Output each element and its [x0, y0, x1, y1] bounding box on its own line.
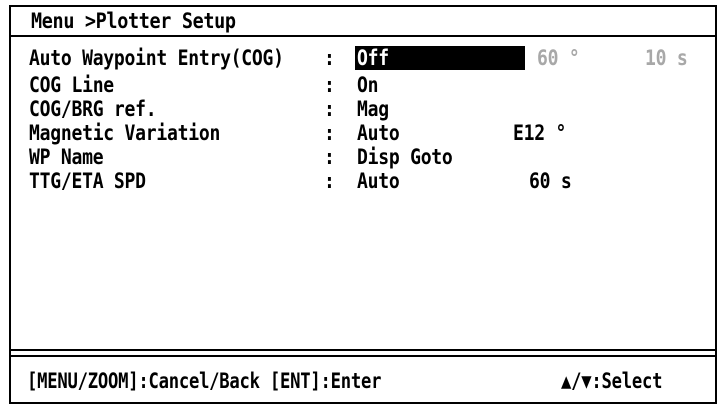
setting-label: WP Name [29, 145, 104, 169]
setting-row-magnetic-variation[interactable]: Magnetic Variation : Auto E12 ° [11, 121, 715, 145]
footer-divider [11, 349, 715, 351]
colon: : [324, 97, 335, 121]
plotter-setup-window: Menu >Plotter Setup Auto Waypoint Entry(… [9, 5, 717, 404]
setting-value: On [357, 73, 379, 97]
breadcrumb: Menu >Plotter Setup [31, 9, 236, 33]
setting-row-wp-name[interactable]: WP Name : Disp Goto [11, 145, 715, 169]
setting-row-cog-brg-ref[interactable]: COG/BRG ref. : Mag [11, 97, 715, 121]
time-value: 10 s [645, 46, 688, 70]
setting-label: COG Line [29, 73, 114, 97]
setting-row-cog-line[interactable]: COG Line : On [11, 73, 715, 97]
colon: : [324, 121, 335, 145]
key-hint-cancel-enter: [MENU/ZOOM]:Cancel/Back [ENT]:Enter [27, 369, 382, 393]
variation-value: E12 ° [513, 121, 567, 145]
setting-row-ttg-eta-spd[interactable]: TTG/ETA SPD : Auto 60 s [11, 169, 715, 193]
colon: : [324, 169, 335, 193]
colon: : [324, 73, 335, 97]
key-hint-select: ▲/▼:Select [561, 369, 663, 393]
setting-label: Auto Waypoint Entry(COG) [29, 46, 284, 70]
footer-divider [11, 355, 715, 357]
selected-value-highlight[interactable]: Off [355, 46, 525, 70]
setting-value: Disp Goto [357, 145, 453, 169]
colon: : [324, 145, 335, 169]
angle-value: 60 ° [537, 46, 580, 70]
colon: : [324, 46, 335, 70]
menu-header: Menu >Plotter Setup [11, 7, 715, 37]
setting-row-auto-waypoint-entry[interactable]: Auto Waypoint Entry(COG) : Off 60 ° 10 s [11, 46, 715, 70]
setting-value: Auto [357, 121, 400, 145]
setting-label: Magnetic Variation [29, 121, 221, 145]
setting-value: Mag [357, 97, 389, 121]
setting-label: TTG/ETA SPD [29, 169, 146, 193]
setting-value: Off [357, 46, 389, 70]
setting-label: COG/BRG ref. [29, 97, 157, 121]
speed-time-value: 60 s [529, 169, 572, 193]
setting-value: Auto [357, 169, 400, 193]
key-hint-bar: [MENU/ZOOM]:Cancel/Back [ENT]:Enter ▲/▼:… [11, 361, 715, 397]
